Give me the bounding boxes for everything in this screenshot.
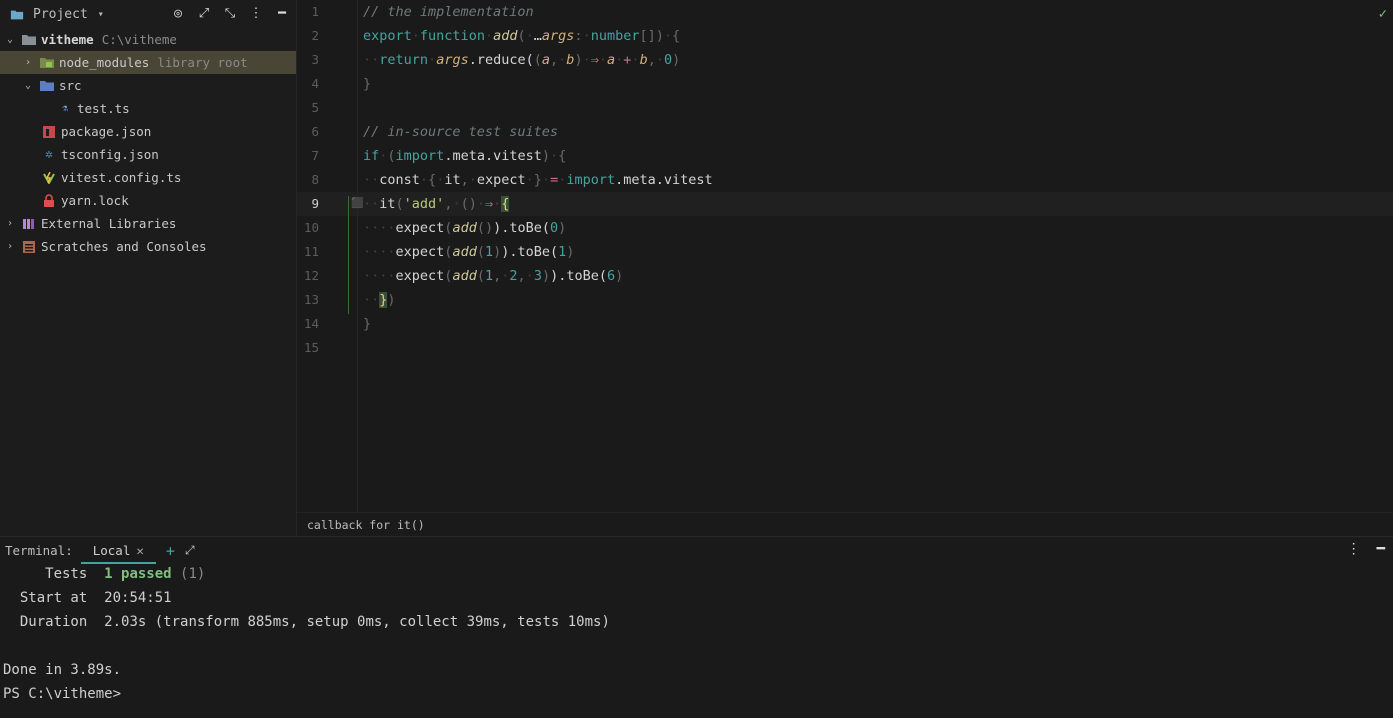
tree-label: tsconfig.json <box>61 147 159 162</box>
line-number: 10 <box>303 220 319 235</box>
test-file-icon: ⚗ <box>61 103 69 114</box>
tree-label: package.json <box>61 124 152 139</box>
line-number: 1 <box>311 4 319 19</box>
tree-row-node-modules[interactable]: › node_modules library root <box>0 51 296 74</box>
expand-icon[interactable]: ⤢ <box>185 543 195 558</box>
line-number: 12 <box>303 268 319 283</box>
project-panel: Project ▾ ◎ ⤢ ⤡ ⋮ ━ ⌄ vitheme C:\vitheme… <box>0 0 297 536</box>
lock-icon <box>42 194 56 208</box>
tree-label: vitest.config.ts <box>61 170 182 185</box>
code-line-4: } <box>363 76 372 92</box>
code-line-3: ··return·args.reduce((a,·b)·⇒·a·+·b,·0) <box>363 52 681 68</box>
tree-row-yarn-lock[interactable]: yarn.lock <box>0 189 296 212</box>
check-icon: ✓ <box>1378 6 1387 22</box>
chevron-down-icon[interactable]: ⌄ <box>22 80 34 91</box>
line-number: 4 <box>311 76 319 91</box>
tree-note: library root <box>157 55 248 70</box>
expand-icon[interactable]: ⤢ <box>196 5 212 21</box>
more-icon[interactable]: ⋮ <box>1347 541 1361 557</box>
tree-label: External Libraries <box>41 216 177 231</box>
add-icon[interactable]: + <box>166 542 175 560</box>
tree-row-vitest-config[interactable]: vitest.config.ts <box>0 166 296 189</box>
terminal-prompt[interactable]: PS C:\vitheme> <box>3 686 121 702</box>
chevron-right-icon[interactable]: › <box>4 218 16 229</box>
chevron-right-icon[interactable]: › <box>22 57 34 68</box>
tree-row-src[interactable]: ⌄ src <box>0 74 296 97</box>
code-editor[interactable]: 1 2 3 4 5 6 7 8 9 10 11 12 13 14 15 ⬛ //… <box>297 0 1393 512</box>
line-number: 8 <box>311 172 319 187</box>
terminal-panel[interactable]: Terminal: Local ✕ + ⤢ ⋮ ━ Tests 1 passed … <box>0 536 1393 718</box>
chevron-down-icon[interactable]: ⌄ <box>4 34 16 45</box>
folder-icon <box>22 33 36 47</box>
chevron-down-icon[interactable]: ▾ <box>98 9 104 20</box>
line-number: 6 <box>311 124 319 139</box>
folder-icon <box>10 7 24 21</box>
tree-label: node_modules <box>59 55 150 70</box>
more-icon[interactable]: ⋮ <box>248 5 264 21</box>
tab-label: Local <box>92 543 131 558</box>
close-icon[interactable]: ✕ <box>136 543 144 558</box>
tree-label: src <box>59 78 82 93</box>
tree-path: C:\vitheme <box>101 32 177 47</box>
node-modules-folder-icon <box>40 56 54 70</box>
line-number: 3 <box>311 52 319 67</box>
code-line-8: ··const·{·it,·expect·}·=·import.meta.vit… <box>363 172 713 188</box>
library-icon <box>22 217 36 231</box>
vitest-icon <box>42 171 56 185</box>
tree-row-scratches[interactable]: › Scratches and Consoles <box>0 235 296 258</box>
terminal-line-duration: Duration 2.03s (transform 885ms, setup 0… <box>3 614 610 630</box>
code-line-9: ··it('add',·()·⇒·{ <box>363 196 510 212</box>
line-gutter: 1 2 3 4 5 6 7 8 9 10 11 12 13 14 15 ⬛ <box>297 0 363 512</box>
code-line-10: ····expect(add()).toBe(0) <box>363 220 567 236</box>
tree-row-external-libraries[interactable]: › External Libraries <box>0 212 296 235</box>
code-line-12: ····expect(add(1,·2,·3)).toBe(6) <box>363 268 624 284</box>
terminal-line-start: Start at 20:54:51 <box>3 590 172 606</box>
terminal-label: Terminal: <box>5 543 73 558</box>
code-line-6: // in-source test suites <box>363 124 559 140</box>
tree-row-package-json[interactable]: package.json <box>0 120 296 143</box>
tree-row-vitheme[interactable]: ⌄ vitheme C:\vitheme <box>0 28 296 51</box>
line-number: 15 <box>303 340 319 355</box>
indent-guide <box>348 196 349 314</box>
line-number: 11 <box>303 244 319 259</box>
line-number: 7 <box>311 148 319 163</box>
code-line-13: ··}) <box>363 292 396 308</box>
code-line-7: if·(import.meta.vitest)·{ <box>363 148 567 164</box>
collapse-icon[interactable]: ⤡ <box>222 5 238 21</box>
tree-label: yarn.lock <box>61 193 129 208</box>
tree-label: test.ts <box>77 101 130 116</box>
minimize-icon[interactable]: ━ <box>274 5 290 21</box>
line-number: 9 <box>311 196 319 211</box>
line-number: 13 <box>303 292 319 307</box>
terminal-tab-bar: Terminal: Local ✕ + ⤢ <box>0 537 1393 564</box>
terminal-line-done: Done in 3.89s. <box>3 662 122 678</box>
tree-label: vitheme <box>41 32 94 47</box>
project-header: Project ▾ ◎ ⤢ ⤡ ⋮ ━ <box>0 0 296 28</box>
fold-marker-icon[interactable]: ⬛ <box>351 198 363 209</box>
source-folder-icon <box>40 79 54 93</box>
tree-label: Scratches and Consoles <box>41 239 207 254</box>
tree-row-tsconfig[interactable]: ✲ tsconfig.json <box>0 143 296 166</box>
project-title[interactable]: Project <box>33 7 88 22</box>
tree-row-test-ts[interactable]: ⚗ test.ts <box>0 97 296 120</box>
tab-local[interactable]: Local ✕ <box>80 537 156 564</box>
code-line-14: } <box>363 316 372 332</box>
code-line-11: ····expect(add(1)).toBe(1) <box>363 244 575 260</box>
scratches-icon <box>22 240 36 254</box>
line-number: 5 <box>311 100 319 115</box>
tsconfig-icon: ✲ <box>45 147 53 162</box>
terminal-line-tests: Tests 1 passed (1) <box>3 566 206 582</box>
minimize-icon[interactable]: ━ <box>1377 541 1385 557</box>
target-icon[interactable]: ◎ <box>170 5 186 21</box>
chevron-right-icon[interactable]: › <box>4 241 16 252</box>
npm-icon <box>42 125 56 139</box>
matched-brace: { <box>501 196 510 212</box>
line-number: 2 <box>311 28 319 43</box>
line-number: 14 <box>303 316 319 331</box>
code-line-2: export·function·add(·…args:·number[])·{ <box>363 28 681 44</box>
breadcrumb[interactable]: callback for it() <box>297 512 1393 536</box>
code-line-1: // the implementation <box>363 4 534 20</box>
